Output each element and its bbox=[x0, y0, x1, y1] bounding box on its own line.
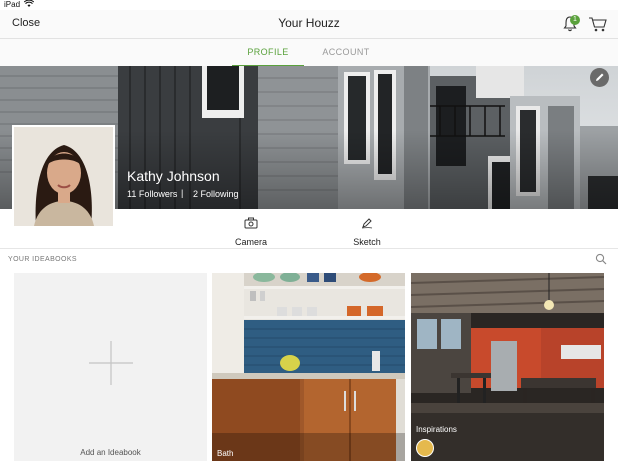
add-ideabook-card[interactable]: Add an Ideabook bbox=[14, 273, 207, 461]
nav-bar: Close Your Houzz 1 bbox=[0, 10, 618, 39]
profile-tabs: PROFILE ACCOUNT bbox=[0, 39, 618, 67]
ideabook-card-inspirations[interactable]: Inspirations bbox=[411, 273, 604, 461]
plus-icon bbox=[89, 341, 133, 385]
wifi-icon bbox=[24, 0, 34, 7]
followers-link[interactable]: 11 Followers bbox=[127, 189, 177, 199]
ideabook-title-inspirations: Inspirations bbox=[416, 425, 457, 434]
notification-badge: 1 bbox=[570, 15, 580, 25]
ideabook-card-bath[interactable]: Bath bbox=[212, 273, 405, 461]
camera-button[interactable]: Camera bbox=[221, 216, 281, 247]
sketch-label: Sketch bbox=[353, 237, 381, 247]
ideabook-title-bath: Bath bbox=[217, 449, 234, 458]
following-link[interactable]: 2 Following bbox=[193, 189, 239, 199]
profile-actions: Camera Sketch bbox=[0, 210, 618, 249]
carrier-label: iPad bbox=[4, 0, 21, 9]
sketch-icon bbox=[361, 218, 373, 229]
edit-cover-button[interactable] bbox=[590, 68, 609, 87]
followers-separator: | bbox=[181, 188, 184, 198]
ideabooks-section-label: YOUR IDEABOOKS bbox=[8, 256, 78, 263]
add-ideabook-label: Add an Ideabook bbox=[80, 448, 141, 457]
tab-account[interactable]: ACCOUNT bbox=[310, 39, 382, 65]
sketch-button[interactable]: Sketch bbox=[337, 216, 397, 247]
camera-label: Camera bbox=[234, 237, 267, 247]
status-bar: iPad bbox=[0, 0, 618, 10]
collaborator-avatar bbox=[416, 439, 434, 457]
search-icon[interactable] bbox=[595, 253, 607, 265]
tab-profile[interactable]: PROFILE bbox=[232, 39, 304, 67]
camera-icon bbox=[244, 217, 258, 229]
ideabook-cover-image bbox=[212, 273, 405, 461]
user-name: Kathy Johnson bbox=[127, 168, 220, 184]
page-title: Your Houzz bbox=[278, 16, 340, 30]
cart-icon[interactable] bbox=[588, 15, 608, 33]
close-button[interactable]: Close bbox=[12, 17, 40, 29]
pencil-icon bbox=[596, 73, 604, 81]
